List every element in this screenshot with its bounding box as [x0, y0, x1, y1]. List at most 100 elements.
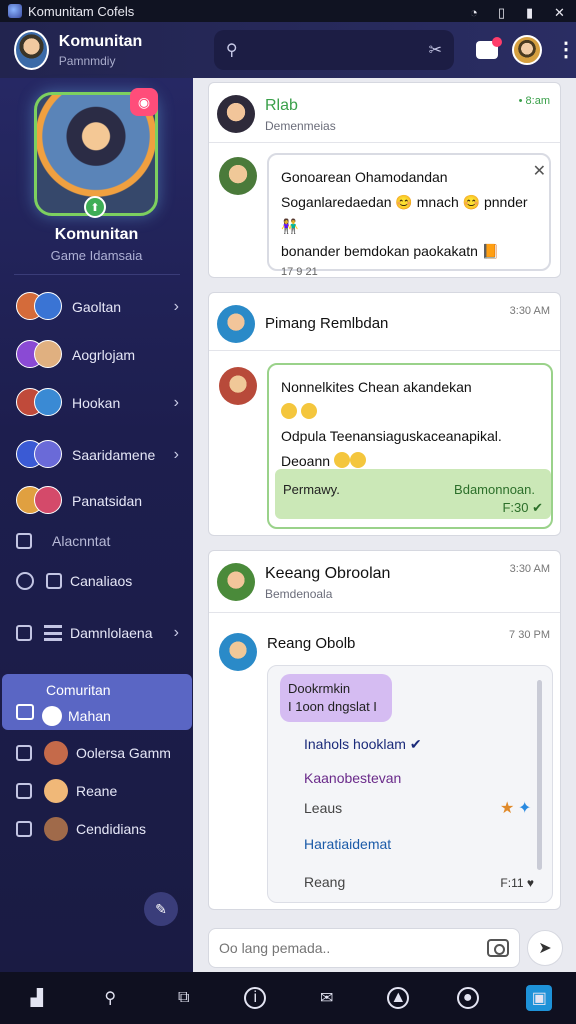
notification-badge-icon[interactable]: ◉ [130, 88, 158, 116]
message-bubble[interactable]: Gonoarean Ohamodandan Soganlaredaedan 😊 … [267, 153, 551, 277]
avatar[interactable] [217, 563, 255, 601]
close-icon[interactable]: ✕ [554, 5, 568, 20]
sidebar-item-label: Oolersa Gamm [76, 745, 171, 761]
message-composer[interactable] [208, 928, 520, 968]
filter-icon[interactable]: ✂ [429, 40, 442, 60]
sidebar-item-saaridamene[interactable]: Saaridamene › [0, 436, 193, 474]
poll-option[interactable]: Haratiaidemat [304, 836, 391, 852]
online-status-icon: ⬆ [84, 196, 106, 218]
profile-name: Komunitan [54, 226, 139, 243]
more-menu-icon[interactable]: ⋮ [556, 40, 576, 60]
camera-icon[interactable] [487, 939, 509, 957]
top-bar: Komunitan Pamnmdiy ⚲ ✂ ⋮ [0, 22, 576, 78]
sidebar-divider [14, 274, 180, 275]
sidebar-item-label: Saaridamene [72, 447, 156, 463]
star-icon[interactable]: ★ [500, 798, 514, 818]
search-icon[interactable]: ⚲ [97, 985, 123, 1011]
sidebar-item-damnlolaena[interactable]: Damnlolaena › [0, 614, 193, 652]
poll-tag-line: I 1oon dngslat I [288, 699, 377, 715]
app-icon [8, 4, 22, 18]
search-input[interactable] [247, 42, 429, 58]
sidebar-item-cendidians[interactable]: Cendidians [0, 810, 193, 848]
message-line: bonander bemdokan paokakatn 📙 [281, 242, 500, 259]
avatar [42, 706, 62, 726]
poll-option[interactable]: Reang [304, 874, 345, 890]
chat-name: Pimang Remlbdan [265, 315, 389, 332]
stack-icon [44, 625, 62, 641]
chat-icon [46, 573, 62, 589]
status-bar: Komunitam Cofels ◔ ▯ ▮ ✕ [0, 0, 576, 22]
chat-name: Rlab [265, 97, 298, 114]
sidebar-item-canaliaos[interactable]: Canaliaos [0, 562, 193, 600]
avatar[interactable] [217, 95, 255, 133]
sidebar: ◉ ⬆ Komunitan Game Idamsaia Gaoltan › Ao… [0, 78, 193, 972]
compose-button[interactable]: ✎ [144, 892, 178, 926]
app-window-icon[interactable]: ▣ [526, 985, 553, 1011]
group-avatars-icon [16, 388, 64, 418]
chat-time: 3:30 AM [509, 563, 550, 575]
group-avatars-icon [16, 486, 64, 516]
sidebar-item-alacnntat[interactable]: Alacnntat [0, 522, 193, 560]
reply-preview[interactable]: Permawy. Bdamonnoan. F:30 ✔ [275, 469, 551, 519]
chevron-right-icon: › [173, 298, 179, 315]
avatar[interactable] [219, 157, 257, 195]
avatar[interactable] [217, 305, 255, 343]
chat-card[interactable]: Rlab Demenmeias • 8:am Gonoarean Ohamoda… [208, 82, 561, 278]
community-avatar[interactable] [14, 30, 49, 70]
chat-card[interactable]: Keeang Obroolan Bemdenoala 3:30 AM Reang… [208, 550, 561, 910]
active-title: Comuritan [46, 682, 111, 698]
sparkle-icon: ✦ [518, 800, 532, 817]
avatar[interactable] [219, 367, 257, 405]
sidebar-item-label: Gaoltan [72, 299, 122, 315]
poll-option[interactable]: Kaanobestevan [304, 770, 401, 786]
avatar[interactable] [219, 633, 257, 671]
sidebar-item-active[interactable]: Comuritan Mahan [2, 674, 192, 730]
chevron-right-icon: › [173, 394, 179, 411]
user-avatar[interactable] [512, 35, 542, 65]
poll-option[interactable]: Leaus [304, 800, 342, 816]
reply-status: F:30 ✔ [502, 500, 543, 515]
message-sender: Reang Obolb [267, 635, 356, 652]
avatar [44, 741, 68, 765]
sidebar-item-label: Reane [76, 783, 118, 799]
chat-card[interactable]: Pimang Remlbdan 3:30 AM Nonnelkites Chea… [208, 292, 561, 536]
box-icon [16, 783, 32, 799]
document-icon [16, 625, 32, 641]
send-button[interactable]: ➤ [527, 930, 563, 966]
image-icon [16, 704, 34, 720]
active-label: Mahan [68, 708, 111, 724]
avatar [44, 817, 68, 841]
sidebar-item-aogrlojam[interactable]: Aogrlojam [0, 336, 193, 374]
poll-option[interactable]: Inahols hooklam ✔ [304, 736, 422, 753]
image-icon [16, 533, 32, 549]
sidebar-item-reane[interactable]: Reane [0, 772, 193, 810]
poll-card[interactable]: Dookrmkin I 1oon dngslat I Inahols hookl… [267, 665, 553, 903]
poll-tag: Dookrmkin I 1oon dngslat I [280, 674, 392, 722]
sidebar-item-gaoltan[interactable]: Gaoltan › [0, 288, 193, 326]
sidebar-item-label: Damnlolaena [70, 625, 153, 641]
signal-icon: ▯ [498, 5, 506, 20]
start-icon[interactable]: ▟ [24, 985, 50, 1011]
sidebar-item-panatsidan[interactable]: Panatsidan [0, 482, 193, 520]
chevron-right-icon: › [173, 446, 179, 463]
sidebar-item-label: Aogrlojam [72, 347, 136, 363]
message-bubble[interactable]: Nonnelkites Chean akandekan Odpula Teena… [267, 363, 553, 529]
message-line: Gonoarean Ohamodandan [281, 169, 448, 185]
sidebar-item-hookan[interactable]: Hookan › [0, 384, 193, 422]
search-icon: ⚲ [225, 42, 238, 59]
messages-icon[interactable] [476, 37, 502, 59]
chat-subtitle: Demenmeias [265, 119, 336, 133]
message-input[interactable] [219, 940, 487, 956]
search-bar[interactable]: ⚲ ✂ [213, 30, 454, 70]
sidebar-item-oolersa[interactable]: Oolersa Gamm [0, 734, 193, 772]
info-icon[interactable]: i [244, 987, 267, 1009]
mail-icon[interactable]: ✉ [314, 985, 340, 1011]
scrollbar[interactable] [537, 680, 542, 870]
compass-icon[interactable]: ▲ [387, 987, 410, 1009]
task-view-icon[interactable]: ⧉ [171, 985, 197, 1011]
person-icon[interactable]: ● [456, 987, 479, 1009]
emoji-row [281, 400, 539, 425]
chat-time: • 8:am [518, 95, 550, 107]
chat-time: 3:30 AM [509, 305, 550, 317]
close-icon[interactable]: ✕ [533, 161, 546, 181]
